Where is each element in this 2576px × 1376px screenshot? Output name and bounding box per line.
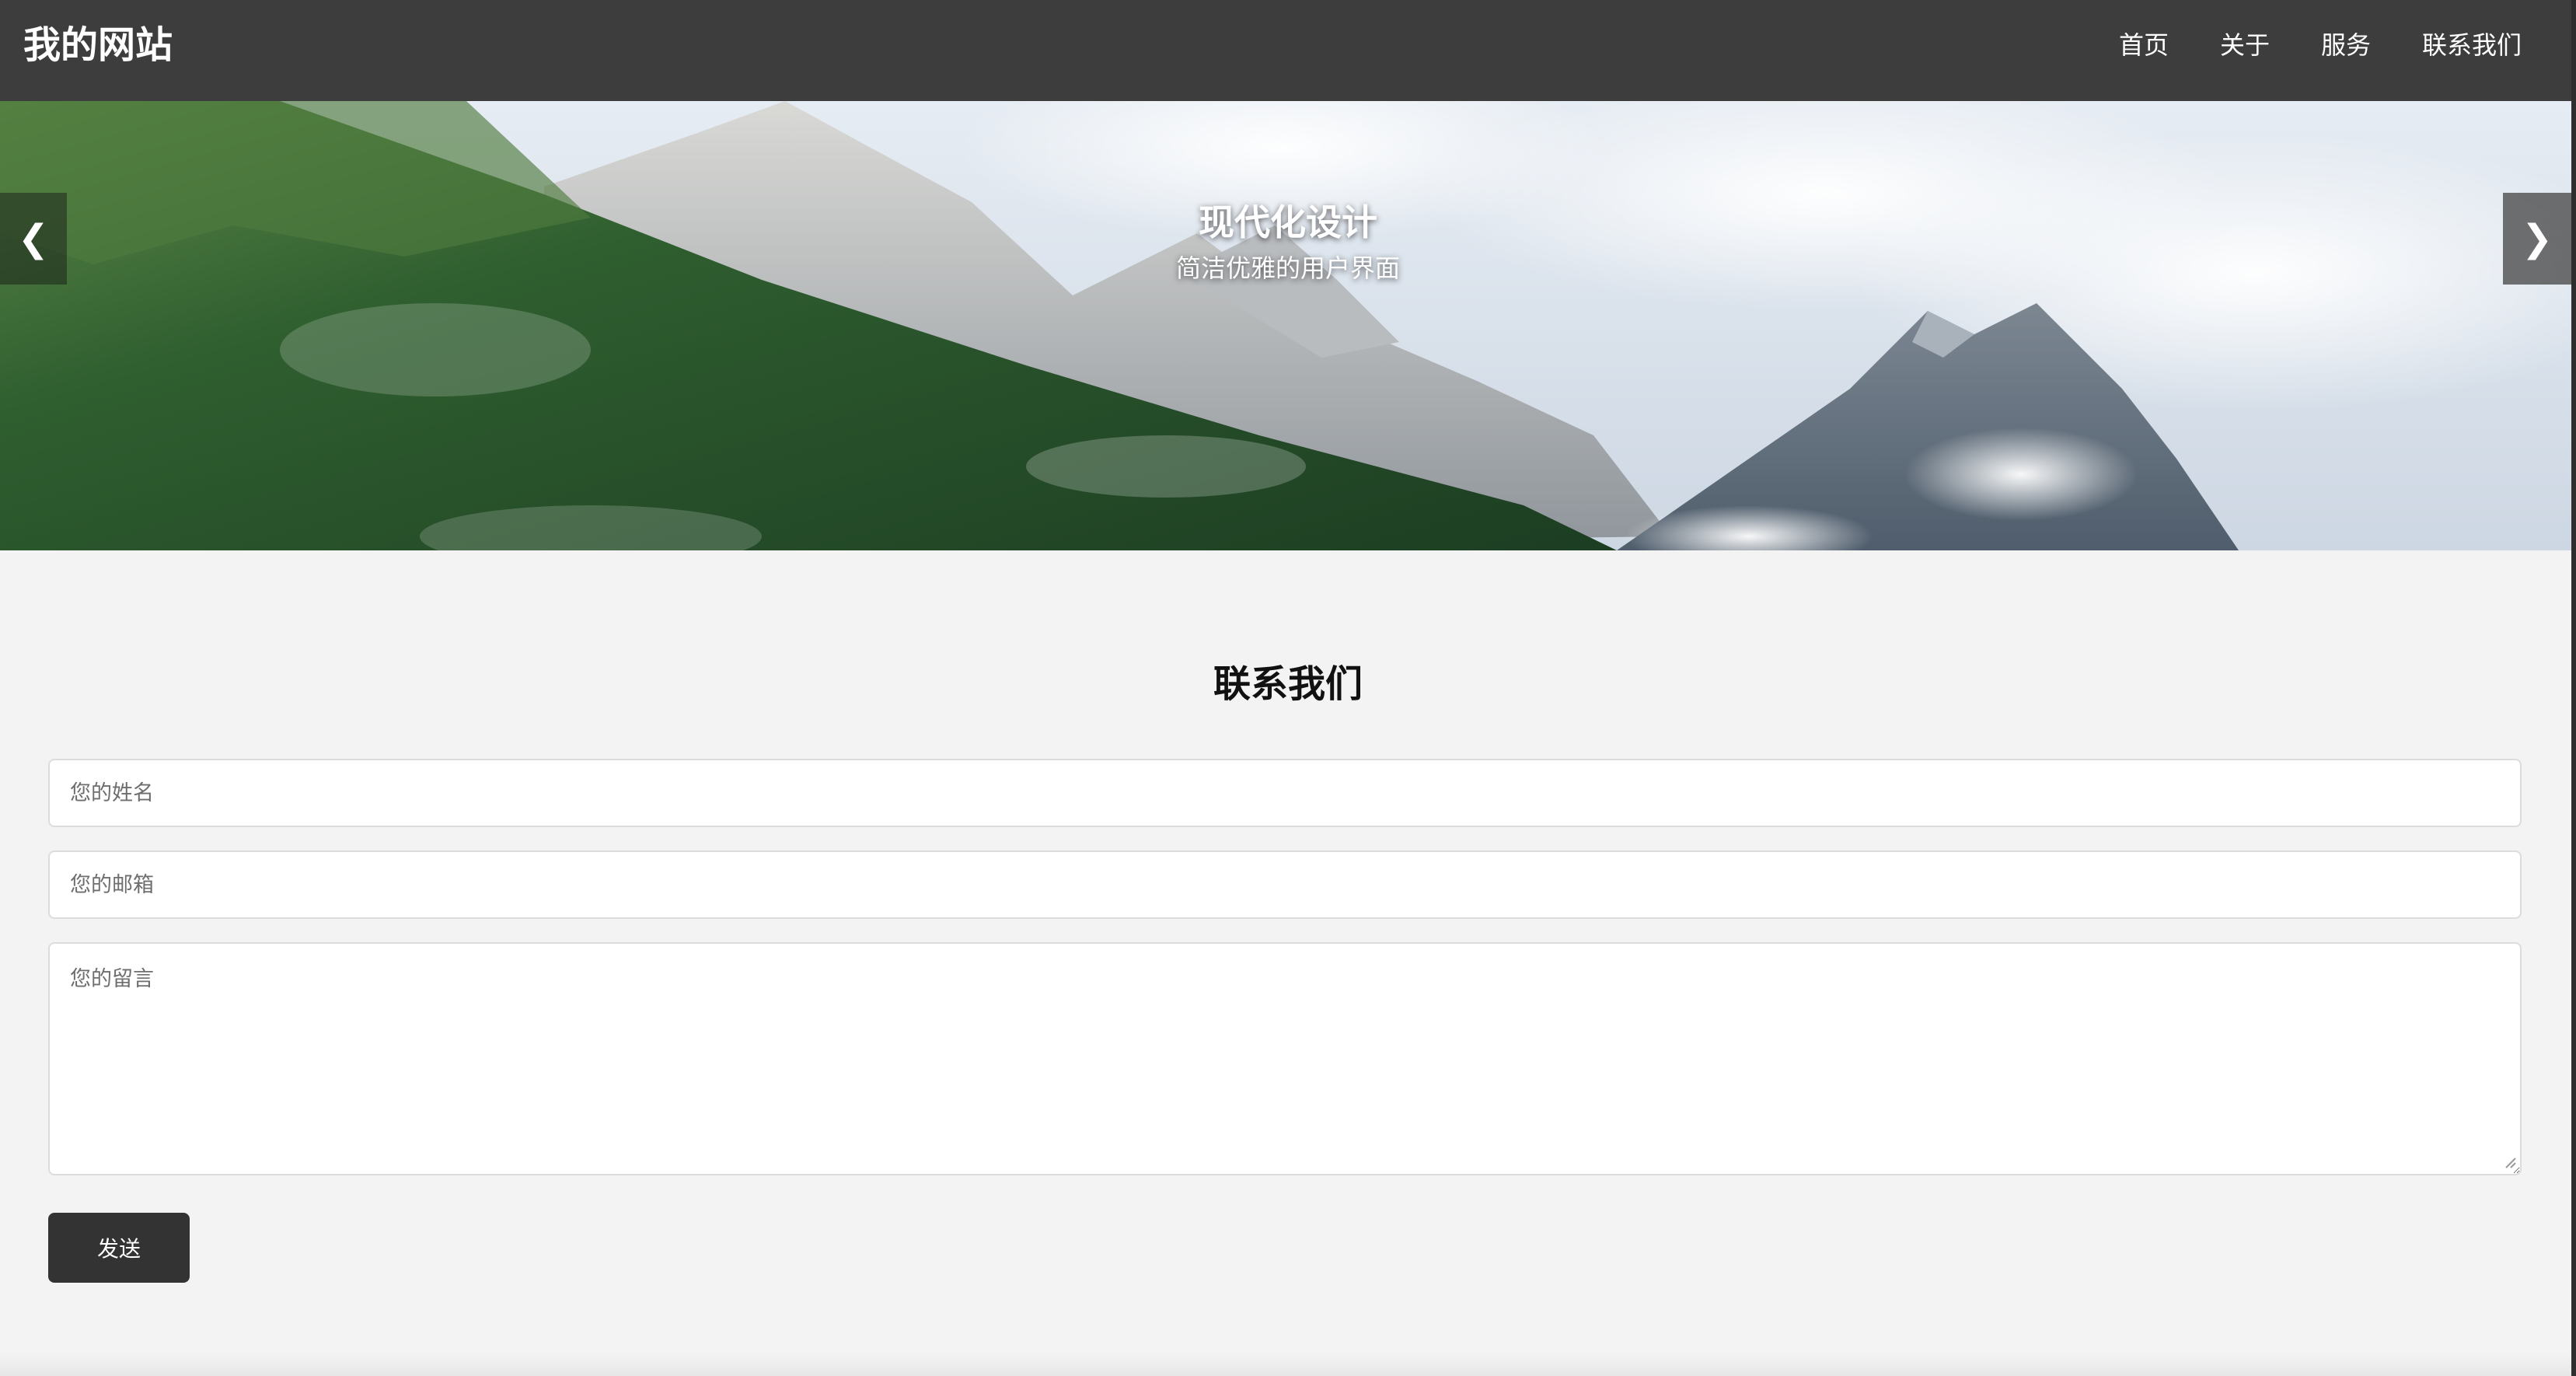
- send-button[interactable]: 发送: [48, 1213, 190, 1283]
- hero-subtitle: 简洁优雅的用户界面: [1175, 253, 1400, 283]
- page-bottom-shade: [0, 1353, 2576, 1376]
- nav-item-services[interactable]: 服务: [2321, 26, 2371, 64]
- hero-landscape-image: [0, 101, 2576, 550]
- chevron-right-icon: ❯: [2521, 217, 2553, 260]
- carousel-next-button[interactable]: ❯: [2503, 193, 2571, 285]
- name-input[interactable]: [48, 759, 2522, 827]
- hero-carousel: 现代化设计 简洁优雅的用户界面 ❮ ❯: [0, 101, 2576, 550]
- contact-title: 联系我们: [1213, 662, 1363, 706]
- site-logo[interactable]: 我的网站: [23, 20, 173, 70]
- nav-item-about[interactable]: 关于: [2220, 26, 2270, 64]
- carousel-prev-button[interactable]: ❮: [0, 193, 67, 285]
- message-textarea[interactable]: [48, 942, 2522, 1175]
- window-scroll-edge: [2571, 0, 2576, 1376]
- site-header: 我的网站 首页 关于 服务 联系我们: [0, 0, 2576, 101]
- nav-item-contact[interactable]: 联系我们: [2422, 26, 2522, 64]
- hero-title: 现代化设计: [1199, 201, 1377, 243]
- main-nav: 首页 关于 服务 联系我们: [2119, 26, 2522, 64]
- nav-item-home[interactable]: 首页: [2119, 26, 2169, 64]
- chevron-left-icon: ❮: [17, 217, 50, 260]
- email-input[interactable]: [48, 850, 2522, 919]
